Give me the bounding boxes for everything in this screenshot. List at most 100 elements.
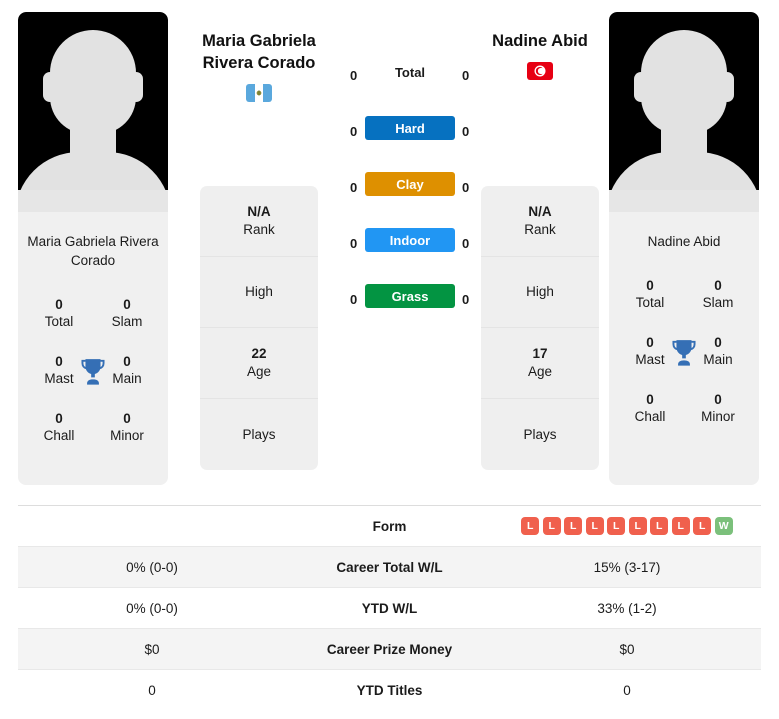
titles-slam-value-left: 0: [123, 297, 131, 312]
guatemala-flag-icon: [246, 84, 272, 102]
info-row-rank-right: N/A Rank: [481, 186, 599, 257]
titles-minor-left: 0 Minor: [96, 410, 158, 444]
titles-chall-label-right: Chall: [634, 409, 666, 424]
silhouette-ear-right-icon: [720, 72, 734, 102]
form-badge-loss[interactable]: L: [671, 517, 690, 535]
form-badge-loss[interactable]: L: [521, 517, 540, 535]
info-row-age-left: 22 Age: [200, 328, 318, 399]
surface-indoor-right-value: 0: [462, 236, 470, 251]
player-photo-name-right: Nadine Abid: [647, 234, 721, 249]
form-badge-loss[interactable]: L: [693, 517, 712, 535]
player-photo-name-left: Maria Gabriela Rivera Corado: [27, 234, 159, 268]
surface-row-indoor: 0 Indoor 0: [330, 228, 490, 284]
player-name-left-line2: Rivera Corado: [202, 54, 316, 72]
ytd-titles-right: 0: [623, 683, 631, 698]
trophy-icon: [81, 359, 105, 385]
form-badge-list: LLLLLLLLLW: [493, 517, 761, 535]
titles-grid-left: 0 Total 0 Slam 0 Mast 0 Main 0 Chall 0 M…: [18, 296, 168, 485]
titles-total-label-left: Total: [44, 314, 74, 329]
tunisia-crescent-icon: [535, 67, 545, 75]
player-heading-right: Nadine Abid: [465, 30, 615, 80]
player-card-right[interactable]: Nadine Abid 0 Total 0 Slam 0 Mast 0 Main: [609, 12, 759, 485]
career-total-wl-right: 15% (3-17): [593, 559, 661, 575]
tunisia-flag-icon: [527, 62, 553, 80]
guatemala-emblem-icon: [256, 90, 262, 96]
titles-chall-label-left: Chall: [43, 428, 75, 443]
table-row-ytd-wl: 0% (0-0) YTD W/L 33% (1-2): [18, 588, 761, 629]
stats-table: Form LLLLLLLLLW 0% (0-0) Career Total W/…: [18, 505, 761, 711]
info-row-plays-right: Plays: [481, 399, 599, 470]
titles-total-right: 0 Total: [619, 277, 681, 311]
titles-total-value-right: 0: [646, 278, 654, 293]
ytd-wl-right: 33% (1-2): [597, 600, 657, 616]
titles-slam-right: 0 Slam: [687, 277, 749, 311]
form-badge-loss[interactable]: L: [650, 517, 669, 535]
info-value-rank-left: N/A: [247, 204, 271, 219]
table-row-career-total-wl: 0% (0-0) Career Total W/L 15% (3-17): [18, 547, 761, 588]
surface-grass-right-value: 0: [462, 292, 470, 307]
info-label-rank-left: Rank: [243, 222, 275, 237]
surface-hard-left-value: 0: [350, 124, 358, 139]
surface-hard-label: Hard: [365, 116, 455, 140]
info-value-age-right: 17: [532, 346, 548, 361]
form-badge-loss[interactable]: L: [607, 517, 626, 535]
titles-slam-value-right: 0: [714, 278, 722, 293]
ytd-wl-left: 0% (0-0): [126, 600, 178, 616]
titles-slam-label-right: Slam: [702, 295, 734, 310]
photo-bottom-strip: [609, 190, 759, 212]
table-row-career-prize-money: $0 Career Prize Money $0: [18, 629, 761, 670]
info-value-rank-right: N/A: [528, 204, 552, 219]
surface-clay-label: Clay: [365, 172, 455, 196]
career-total-wl-label: Career Total W/L: [336, 559, 443, 575]
surface-clay-right-value: 0: [462, 180, 470, 195]
info-label-high-left: High: [245, 284, 273, 299]
titles-total-label-right: Total: [635, 295, 665, 310]
surface-row-grass: 0 Grass 0: [330, 284, 490, 340]
player-name-right-line1: Nadine Abid: [492, 32, 588, 50]
player-name-left-line1: Maria Gabriela: [202, 32, 316, 50]
flag-wrap-left: [184, 84, 334, 102]
form-right-badges: LLLLLLLLLW: [493, 517, 761, 535]
form-badge-win[interactable]: W: [714, 517, 733, 535]
career-total-wl-left: 0% (0-0): [126, 559, 178, 575]
table-row-ytd-titles: 0 YTD Titles 0: [18, 670, 761, 711]
form-badge-loss[interactable]: L: [564, 517, 583, 535]
player-card-left[interactable]: Maria Gabriela Rivera Corado 0 Total 0 S…: [18, 12, 168, 485]
info-label-high-right: High: [526, 284, 554, 299]
flag-wrap-right: [465, 62, 615, 80]
titles-chall-left: 0 Chall: [28, 410, 90, 444]
titles-minor-value-right: 0: [714, 392, 722, 407]
info-row-rank-left: N/A Rank: [200, 186, 318, 257]
info-card-left[interactable]: N/A Rank High 22 Age Plays: [200, 186, 318, 470]
titles-chall-value-right: 0: [646, 392, 654, 407]
titles-slam-left: 0 Slam: [96, 296, 158, 330]
player-comparison-page: Maria Gabriela Rivera Corado 0 Total 0 S…: [0, 0, 779, 719]
titles-total-left: 0 Total: [28, 296, 90, 330]
table-row-form: Form LLLLLLLLLW: [18, 506, 761, 547]
form-label: Form: [372, 518, 407, 534]
ytd-titles-left: 0: [148, 683, 156, 698]
info-row-age-right: 17 Age: [481, 328, 599, 399]
info-row-high-right: High: [481, 257, 599, 328]
info-row-high-left: High: [200, 257, 318, 328]
info-card-right[interactable]: N/A Rank High 17 Age Plays: [481, 186, 599, 470]
titles-slam-label-left: Slam: [111, 314, 143, 329]
form-badge-loss[interactable]: L: [585, 517, 604, 535]
surface-indoor-left-value: 0: [350, 236, 358, 251]
ytd-titles-label: YTD Titles: [356, 683, 423, 698]
surface-grass-left-value: 0: [350, 292, 358, 307]
comparison-section: Maria Gabriela Rivera Corado 0 Total 0 S…: [0, 0, 779, 500]
info-label-age-right: Age: [527, 364, 553, 379]
trophy-icon: [672, 340, 696, 366]
surface-total-label: Total: [394, 64, 426, 80]
surface-total-left-value: 0: [350, 68, 358, 83]
titles-grid-right: 0 Total 0 Slam 0 Mast 0 Main 0 Chall 0 M…: [609, 277, 759, 467]
titles-minor-right: 0 Minor: [687, 391, 749, 425]
ytd-wl-label: YTD W/L: [361, 600, 418, 616]
info-label-rank-right: Rank: [524, 222, 556, 237]
form-badge-loss[interactable]: L: [542, 517, 561, 535]
form-badge-loss[interactable]: L: [628, 517, 647, 535]
surface-row-clay: 0 Clay 0: [330, 172, 490, 228]
photo-bottom-strip: [18, 190, 168, 212]
silhouette-ear-left-icon: [634, 72, 648, 102]
